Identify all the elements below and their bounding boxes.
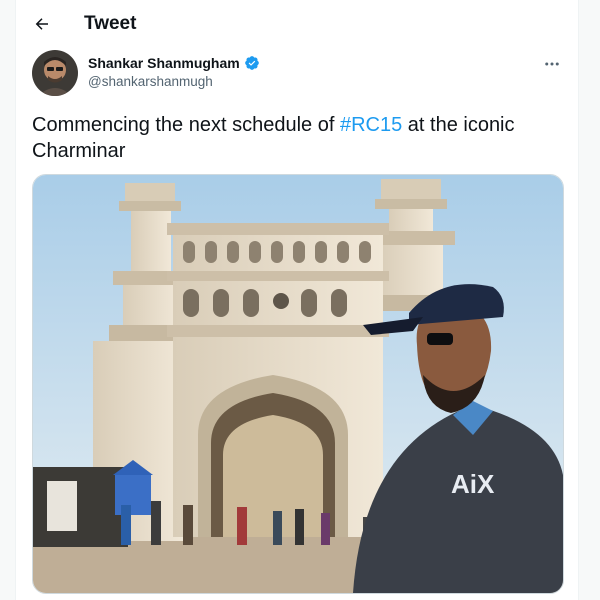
tweet-detail-panel: Tweet Shankar Shanmugham @shankarshanmug… bbox=[15, 0, 579, 600]
tweet-photo[interactable]: AiX bbox=[32, 174, 564, 594]
clock-icon bbox=[273, 293, 289, 309]
tweet-text-before: Commencing the next schedule of bbox=[32, 114, 340, 136]
more-horizontal-icon bbox=[545, 62, 559, 66]
page-title: Tweet bbox=[84, 13, 137, 34]
tweet-header: Tweet bbox=[16, 0, 578, 48]
verified-badge-icon bbox=[244, 55, 260, 71]
author-handle[interactable]: @shankarshanmugh bbox=[88, 74, 213, 90]
shirt-logo-text: AiX bbox=[451, 469, 495, 499]
author-name[interactable]: Shankar Shanmugham bbox=[88, 54, 240, 72]
avatar[interactable] bbox=[32, 50, 78, 96]
back-button[interactable] bbox=[26, 8, 58, 40]
arrow-left-icon bbox=[35, 18, 48, 30]
author-name-row[interactable]: Shankar Shanmugham bbox=[88, 54, 260, 72]
hashtag-link[interactable]: #RC15 bbox=[340, 114, 402, 136]
tweet-text: Commencing the next schedule of #RC15 at… bbox=[32, 112, 552, 164]
more-options-button[interactable] bbox=[540, 52, 564, 76]
